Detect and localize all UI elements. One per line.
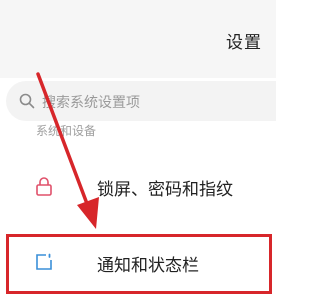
settings-item-lock-screen[interactable]: 锁屏、密码和指纹 bbox=[0, 158, 276, 214]
settings-item-label: 锁屏、密码和指纹 bbox=[97, 180, 233, 200]
annotation-highlight-box bbox=[6, 234, 272, 294]
search-icon bbox=[19, 93, 35, 109]
settings-screen: 设置 搜索系统设置项 系统和设备 锁屏、密码和指纹 通知和状态栏 bbox=[0, 0, 276, 299]
lock-icon bbox=[34, 176, 54, 196]
search-bar[interactable]: 搜索系统设置项 bbox=[6, 81, 276, 121]
page-title: 设置 bbox=[226, 33, 262, 53]
section-label: 系统和设备 bbox=[36, 124, 97, 137]
header-bar: 设置 bbox=[0, 0, 276, 78]
search-input-placeholder[interactable]: 搜索系统设置项 bbox=[42, 92, 140, 112]
